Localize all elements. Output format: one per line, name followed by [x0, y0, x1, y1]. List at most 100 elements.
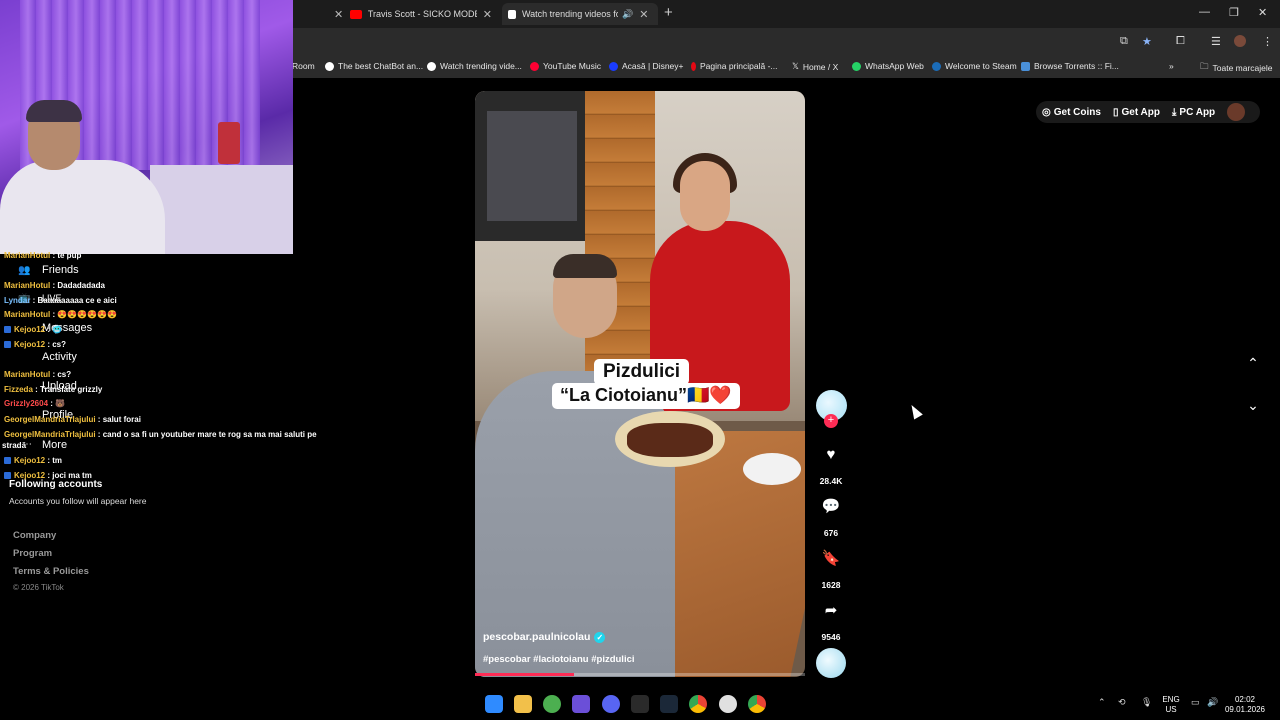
- media-icon[interactable]: ☰: [1211, 35, 1221, 48]
- chat-message: MarianHotul : Dadadadada: [4, 281, 105, 290]
- chat-text: te pup: [57, 251, 82, 260]
- all-bookmarks-folder[interactable]: 🗀 Toate marcajele: [1200, 61, 1273, 75]
- download-icon: ⤓: [1172, 106, 1177, 118]
- chevron-up-icon[interactable]: ⌃: [1240, 350, 1266, 376]
- bookmark-label: WhatsApp Web: [865, 61, 924, 71]
- volume-icon[interactable]: 🔊: [1207, 697, 1218, 708]
- get-app-button[interactable]: ▯ Get App: [1113, 107, 1160, 118]
- epic-games-icon[interactable]: [631, 695, 649, 713]
- star-icon[interactable]: ★: [1142, 35, 1152, 48]
- close-icon[interactable]: ✕: [334, 8, 343, 21]
- folder-icon: 🗀: [1200, 61, 1209, 71]
- video-caption-line2: “La Ciotoianu”🇷🇴❤️: [552, 383, 740, 409]
- footer-terms-link[interactable]: Terms & Policies: [13, 566, 89, 577]
- share-icon[interactable]: ➦: [820, 600, 842, 622]
- windows-start-icon[interactable]: [485, 695, 503, 713]
- chat-message: Fizzeda : Translate grizzly: [4, 385, 103, 394]
- chat-message: Kejoo12 : cs?: [4, 340, 66, 349]
- chat-text: salut forai: [102, 415, 141, 424]
- heart-icon[interactable]: ♥: [820, 444, 842, 466]
- language-code: ENG: [1162, 695, 1180, 704]
- profile-avatar[interactable]: [1234, 35, 1246, 47]
- bookmark-label: Home / X: [802, 61, 839, 72]
- microphone-icon[interactable]: 🎙: [1141, 697, 1152, 708]
- new-tab-button[interactable]: +: [664, 4, 673, 21]
- chat-text: 😍😍😍😍😍😍: [57, 310, 118, 319]
- steam-icon: [932, 61, 941, 71]
- bookmark-item[interactable]: YouTube Music: [530, 61, 601, 71]
- network-icon[interactable]: ⟲: [1118, 697, 1126, 708]
- disney-icon: [609, 61, 618, 71]
- bowl: [743, 453, 801, 485]
- media-player-icon[interactable]: [572, 695, 590, 713]
- bookmark-item[interactable]: The best ChatBot an...: [325, 61, 423, 71]
- chat-text: 🐻: [55, 399, 66, 408]
- install-app-icon[interactable]: ⧉: [1120, 35, 1128, 48]
- bookmark-item[interactable]: Acasă | Disney+: [609, 61, 684, 71]
- maximize-button[interactable]: ❐: [1229, 6, 1239, 19]
- chrome-icon[interactable]: [748, 695, 766, 713]
- nav-friends[interactable]: Friends: [42, 264, 79, 276]
- man-hair: [553, 254, 617, 278]
- footer-program-link[interactable]: Program: [13, 548, 52, 559]
- youtube-music-icon: [530, 61, 539, 71]
- tab-tiktok[interactable]: Watch trending videos for y 🔊 ✕: [502, 3, 658, 25]
- steam-icon[interactable]: [660, 695, 678, 713]
- extensions-icon[interactable]: ⧠: [1176, 35, 1185, 48]
- language-indicator[interactable]: ENG US: [1158, 695, 1184, 715]
- minimize-button[interactable]: —: [1199, 6, 1210, 18]
- nav-more[interactable]: More: [42, 439, 67, 451]
- tab-youtube[interactable]: Travis Scott - SICKO MODE (Offi ✕: [344, 3, 498, 25]
- folder-label: Toate marcajele: [1212, 63, 1273, 73]
- chat-text: Baaaaaaaaa ce e aici: [37, 296, 117, 305]
- chat-text: tm: [52, 456, 63, 465]
- steak: [627, 423, 713, 457]
- obs-icon[interactable]: [719, 695, 737, 713]
- tv-screen: [487, 111, 577, 221]
- display-icon[interactable]: ▭: [1191, 697, 1200, 708]
- app-icon[interactable]: [543, 695, 561, 713]
- nav-activity[interactable]: Activity: [42, 351, 77, 363]
- discord-icon[interactable]: [602, 695, 620, 713]
- chat-message: GeorgelMandriaTrlajului : cand o sa fi u…: [4, 430, 317, 439]
- chat-text: 🥶: [52, 325, 63, 334]
- close-icon[interactable]: ✕: [639, 8, 648, 21]
- user-avatar[interactable]: [1227, 103, 1246, 121]
- bookmark-item[interactable]: 𝕏 Home / X: [792, 61, 838, 72]
- video-progress-bar[interactable]: [475, 673, 805, 676]
- chrome-icon[interactable]: [689, 695, 707, 713]
- chat-text: stradă: [2, 441, 27, 450]
- hoodie: [0, 160, 165, 254]
- bookmark-item[interactable]: Pagina principală -...: [691, 61, 778, 71]
- bookmark-item[interactable]: Browse Torrents :: Fi...: [1021, 61, 1119, 71]
- music-disc-icon[interactable]: [816, 648, 846, 678]
- chat-user: Kejoo12: [14, 325, 46, 334]
- video-hashtags[interactable]: #pescobar #laciotoianu #pizdulici: [483, 654, 635, 665]
- comment-icon[interactable]: 💬: [820, 496, 842, 518]
- more-bookmarks-button[interactable]: »: [1169, 61, 1174, 71]
- chat-user: MarianHotul: [4, 370, 51, 379]
- close-window-button[interactable]: ✕: [1258, 6, 1267, 19]
- bookmark-icon[interactable]: 🔖: [820, 548, 842, 570]
- file-explorer-icon[interactable]: [514, 695, 532, 713]
- chevron-up-icon[interactable]: ⌃: [1098, 697, 1106, 708]
- bookmark-item[interactable]: WhatsApp Web: [852, 61, 924, 71]
- bookmark-item[interactable]: Watch trending vide...: [427, 61, 522, 71]
- audio-icon[interactable]: 🔊: [622, 9, 633, 20]
- pc-app-button[interactable]: ⤓ PC App: [1172, 107, 1215, 118]
- chat-message: Grizzly2604 : 🐻: [4, 399, 66, 408]
- video-progress-fill: [475, 673, 574, 676]
- clock[interactable]: 02:02 09.01.2026: [1222, 695, 1268, 715]
- footer-company-link[interactable]: Company: [13, 530, 56, 541]
- get-coins-button[interactable]: ◎ Get Coins: [1042, 107, 1101, 118]
- bookmark-item[interactable]: Room: [292, 61, 315, 71]
- follow-plus-icon[interactable]: +: [824, 414, 838, 428]
- video-author[interactable]: pescobar.paulnicolau ✓: [483, 631, 606, 643]
- pc-app-label: PC App: [1179, 106, 1216, 118]
- chevron-down-icon[interactable]: ⌄: [1240, 392, 1266, 418]
- close-icon[interactable]: ✕: [483, 8, 492, 21]
- webcam-overlay: [0, 0, 293, 254]
- bookmark-item[interactable]: Welcome to Steam: [932, 61, 1017, 71]
- menu-icon[interactable]: ⋮: [1262, 35, 1273, 48]
- whatsapp-icon: [852, 61, 861, 71]
